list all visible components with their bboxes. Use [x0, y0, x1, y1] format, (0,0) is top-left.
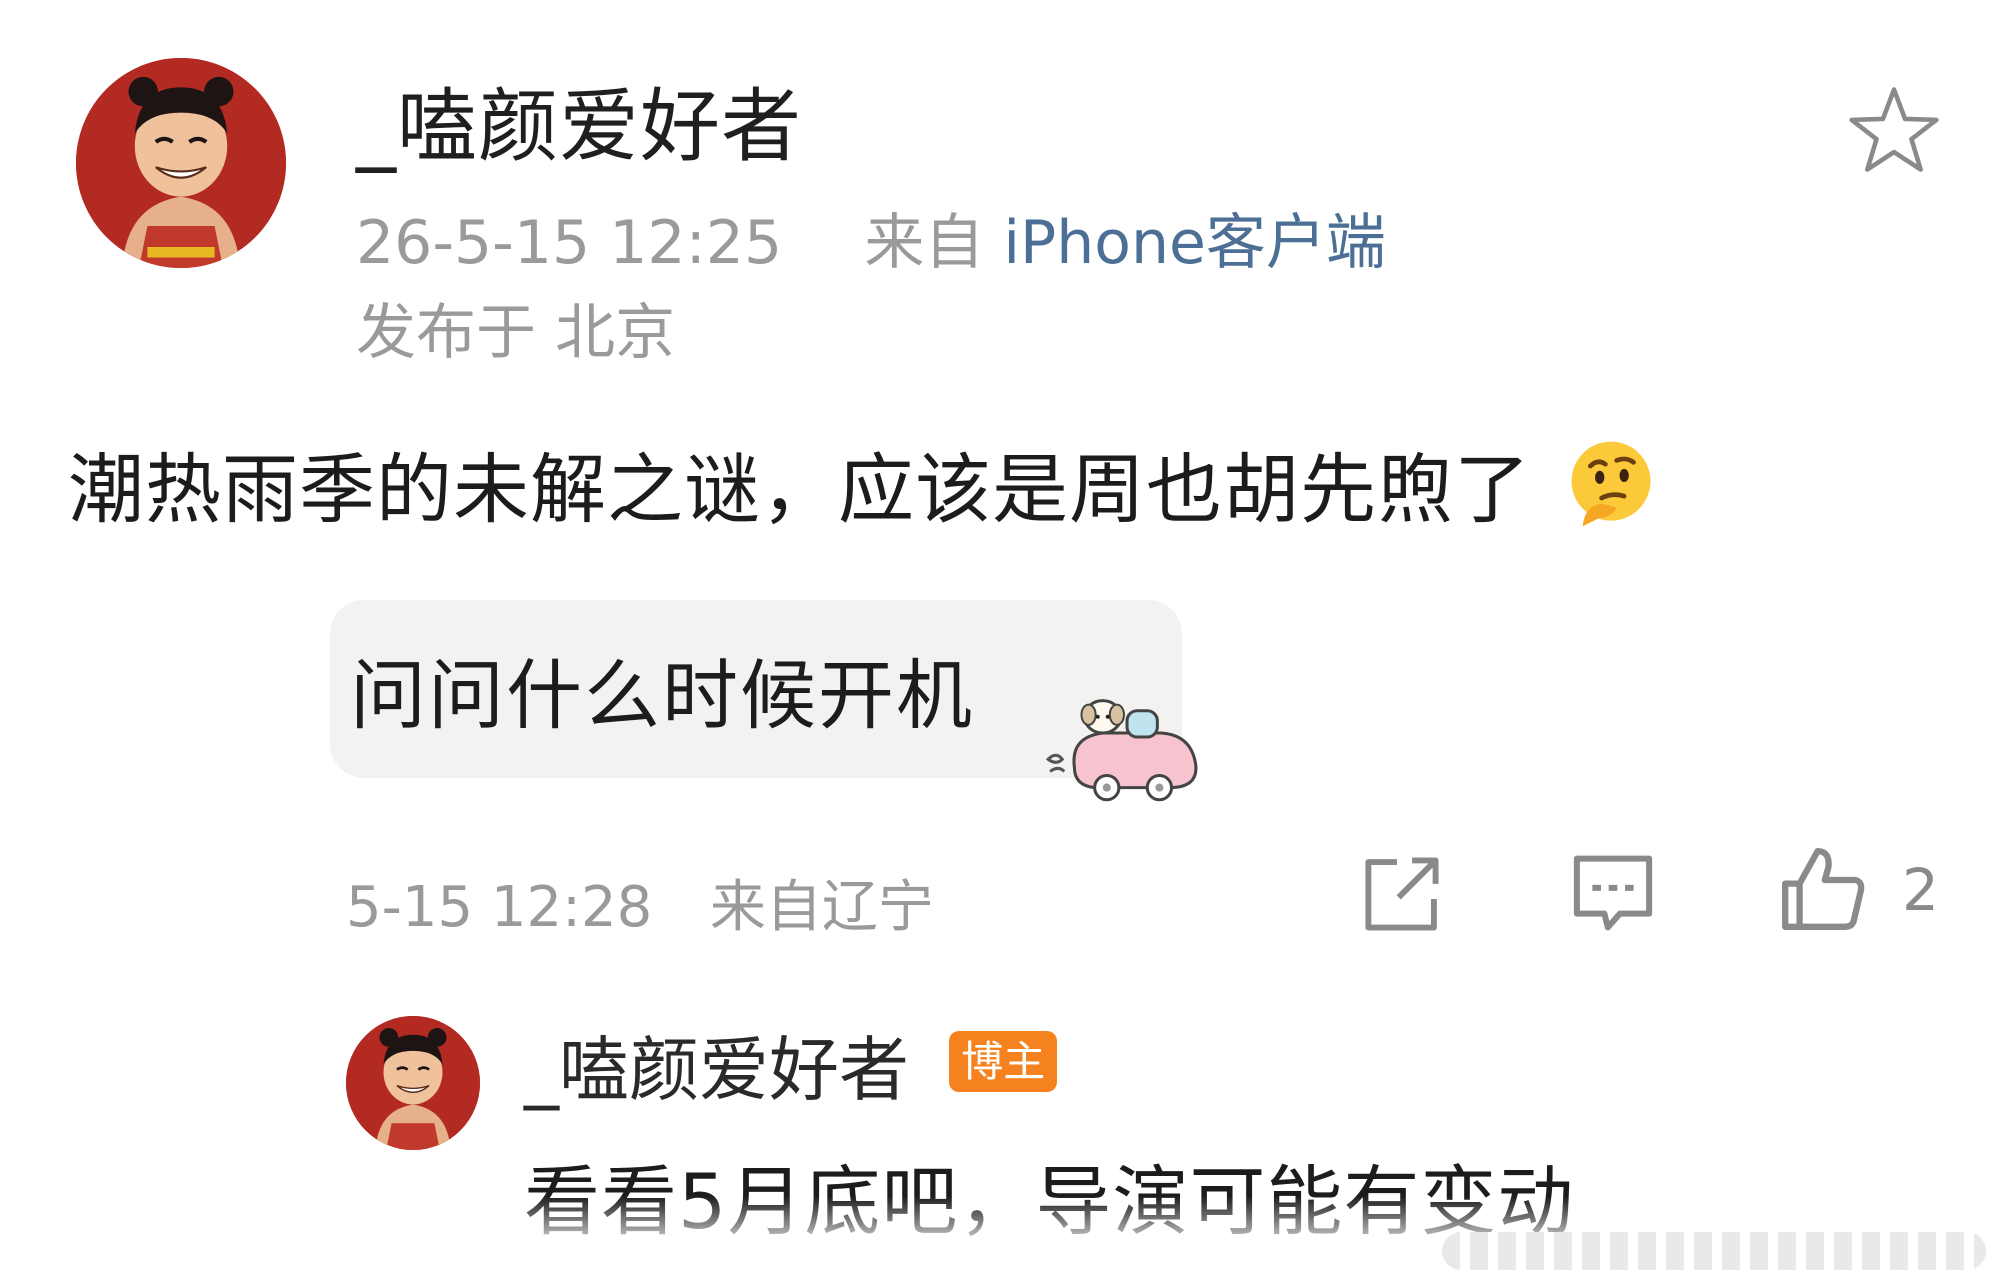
puppy-car-sticker-icon	[1045, 699, 1198, 802]
thumbs-up-icon[interactable]	[1778, 844, 1868, 934]
post-meta: 26-5-15 12:25 来自 iPhone客户端	[356, 194, 1386, 281]
reply-author[interactable]: _嗑颜爱好者 博主	[524, 1014, 1058, 1115]
post-text: 潮热雨季的未解之谜，应该是周也胡先煦了	[68, 428, 1658, 538]
cartoon-avatar-icon	[76, 58, 286, 268]
client-link[interactable]: iPhone客户端	[1003, 208, 1386, 278]
like-count: 2	[1902, 856, 1939, 924]
author-badge: 博主	[949, 1031, 1058, 1092]
thinking-face-icon	[1571, 441, 1651, 527]
reply-author-name: _嗑颜爱好者	[524, 1029, 909, 1111]
scroll-indicator	[1442, 1232, 1986, 1270]
comment-timestamp: 5-15 12:28	[346, 875, 653, 940]
star-outline-icon[interactable]	[1848, 84, 1940, 176]
author-avatar[interactable]	[76, 58, 286, 268]
post-timestamp: 26-5-15 12:25	[356, 208, 783, 278]
author-name[interactable]: _嗑颜爱好者	[356, 62, 802, 178]
post-location: 发布于 北京	[356, 298, 676, 368]
post-body: 潮热雨季的未解之谜，应该是周也胡先煦了	[68, 445, 1531, 534]
share-icon[interactable]	[1360, 852, 1444, 936]
reply-avatar[interactable]	[346, 1016, 480, 1150]
source-prefix: 来自	[864, 208, 985, 278]
comment-source: 来自辽宁	[709, 875, 934, 940]
comment-meta: 5-15 12:28 来自辽宁	[346, 862, 934, 943]
quote-text: 问问什么时候开机	[350, 651, 974, 740]
comment-icon[interactable]	[1570, 850, 1656, 936]
cartoon-avatar-icon	[346, 1016, 480, 1150]
